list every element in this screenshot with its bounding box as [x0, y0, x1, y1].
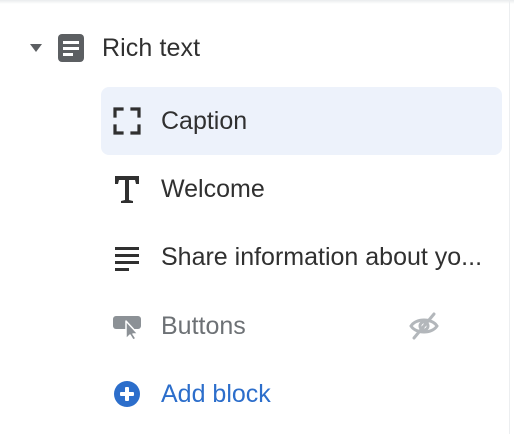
block-item-welcome[interactable]: Welcome: [101, 155, 502, 223]
block-item-buttons[interactable]: Buttons: [101, 292, 502, 360]
block-item-caption[interactable]: Caption: [101, 87, 502, 155]
add-circle-icon: [107, 374, 147, 414]
section-header-rich-text[interactable]: Rich text: [14, 20, 494, 76]
section-title: Rich text: [102, 33, 201, 62]
heading-icon: [107, 169, 147, 209]
add-block-button[interactable]: Add block: [101, 360, 502, 428]
top-divider: [0, 0, 514, 4]
buttons-icon: [107, 306, 147, 346]
section-panel: Rich text Caption Welcome Share informat…: [0, 0, 514, 434]
block-label: Share information about yo...: [161, 242, 483, 271]
caret-down-icon[interactable]: [24, 36, 48, 60]
block-item-share-information[interactable]: Share information about yo...: [101, 223, 502, 291]
paragraph-icon: [107, 237, 147, 277]
block-label: Buttons: [161, 311, 246, 340]
text-section-icon: [54, 31, 88, 65]
caption-icon: [107, 101, 147, 141]
block-label: Welcome: [161, 174, 265, 203]
add-block-label: Add block: [161, 379, 271, 408]
block-label: Caption: [161, 106, 248, 135]
right-divider: [509, 0, 510, 434]
eye-off-icon[interactable]: [407, 309, 441, 343]
